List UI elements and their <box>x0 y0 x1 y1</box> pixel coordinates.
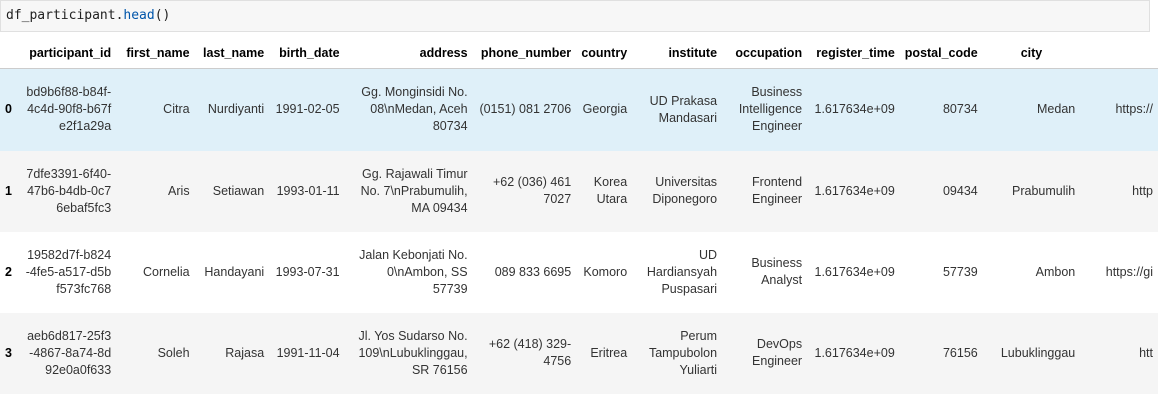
row-index: 0 <box>5 102 12 117</box>
cell-address: Jalan Kebonjati No. 0\nAmbon, SS 57739 <box>359 247 468 296</box>
cell-address: Gg. Rajawali Timur No. 7\nPrabumulih, MA… <box>360 166 468 215</box>
cell-country: Georgia <box>582 102 628 117</box>
cell-birth-date: 1991-02-05 <box>275 102 340 117</box>
header-country: country <box>576 38 633 69</box>
cell-occupation: DevOps Engineer <box>752 337 803 368</box>
cell-country: Korea Utara <box>593 175 628 206</box>
row-index: 3 <box>5 345 12 360</box>
header-index <box>0 38 20 69</box>
cell-register-time: 1.617634e+09 <box>814 102 895 117</box>
header-participant-id: participant_id <box>19 38 117 69</box>
code-cell-input[interactable]: df_participant.head() <box>0 0 1150 32</box>
cell-first-name: Cornelia <box>143 264 190 279</box>
cell-register-time: 1.617634e+09 <box>814 345 895 360</box>
cell-city: Prabumulih <box>1012 183 1076 198</box>
cell-last-name: Nurdiyanti <box>207 102 265 117</box>
cell-city: Ambon <box>1035 264 1076 279</box>
code-variable: df_participant <box>6 8 116 23</box>
row-index: 1 <box>5 183 12 198</box>
cell-first-name: Aris <box>168 183 190 198</box>
cell-city: Medan <box>1037 102 1076 117</box>
table-row: 3 aeb6d817-25f3-4867-8a74-8d92e0a0f633 S… <box>0 312 1158 394</box>
cell-occupation: Business Analyst <box>751 256 803 287</box>
cell-country: Eritrea <box>590 345 628 360</box>
cell-institute: Perum Tampubolon Yuliarti <box>648 328 718 377</box>
cell-phone-number: +62 (036) 461 7027 <box>493 175 572 206</box>
cell-phone-number: +62 (418) 329-4756 <box>488 337 572 368</box>
cell-address: Jl. Yos Sudarso No. 109\nLubuklinggau, S… <box>358 328 468 377</box>
table-row: 2 19582d7f-b824-4fe5-a517-d5bf573fc768 C… <box>0 232 1158 313</box>
cell-postal-code: 09434 <box>942 183 978 198</box>
cell-first-name: Soleh <box>157 345 190 360</box>
header-last-name: last_name <box>194 38 270 69</box>
cell-register-time: 1.617634e+09 <box>814 183 895 198</box>
cell-address: Gg. Monginsidi No. 08\nMedan, Aceh 80734 <box>361 85 468 134</box>
cell-participant-id: 19582d7f-b824-4fe5-a517-d5bf573fc768 <box>25 247 112 296</box>
cell-extra: https://gi <box>1105 264 1153 279</box>
cell-institute: UD Hardiansyah Puspasari <box>646 247 718 296</box>
code-parens: () <box>154 8 171 23</box>
table-row: 1 7dfe3391-6f40-47b6-b4db-0c76ebaf5fc3 A… <box>0 150 1158 232</box>
cell-first-name: Citra <box>163 102 190 117</box>
cell-postal-code: 57739 <box>942 264 978 279</box>
table-header: participant_id first_name last_name birt… <box>0 38 1158 69</box>
cell-country: Komoro <box>583 264 628 279</box>
code-method: head <box>123 8 155 23</box>
cell-postal-code: 80734 <box>942 102 978 117</box>
header-extra <box>1080 38 1158 69</box>
cell-city: Lubuklinggau <box>1000 345 1076 360</box>
cell-participant-id: 7dfe3391-6f40-47b6-b4db-0c76ebaf5fc3 <box>26 166 112 215</box>
cell-phone-number: 089 833 6695 <box>494 264 572 279</box>
cell-last-name: Setiawan <box>212 183 265 198</box>
cell-birth-date: 1991-11-04 <box>276 345 340 360</box>
table-row: 0 bd9b6f88-b84f-4c4d-90f8-b67fe2f1a29a C… <box>0 68 1158 151</box>
cell-extra: htt <box>1139 345 1153 360</box>
cell-extra: http <box>1132 183 1153 198</box>
cell-birth-date: 1993-01-11 <box>276 183 340 198</box>
table-body: 0 bd9b6f88-b84f-4c4d-90f8-b67fe2f1a29a C… <box>0 68 1158 394</box>
header-address: address <box>344 38 473 69</box>
cell-occupation: Business Intelligence Engineer <box>738 85 803 134</box>
header-first-name: first_name <box>116 38 195 69</box>
header-postal-code: postal_code <box>899 38 983 69</box>
cell-last-name: Rajasa <box>225 345 265 360</box>
cell-register-time: 1.617634e+09 <box>814 264 895 279</box>
cell-occupation: Frontend Engineer <box>752 175 803 206</box>
output-area: participant_id first_name last_name birt… <box>0 38 1158 403</box>
dataframe-table: participant_id first_name last_name birt… <box>0 38 1158 394</box>
cell-institute: UD Prakasa Mandasari <box>649 93 718 125</box>
header-birth-date: birth_date <box>269 38 345 69</box>
header-occupation: occupation <box>722 38 808 69</box>
cell-last-name: Handayani <box>204 264 265 279</box>
cell-institute: Universitas Diponegoro <box>652 175 718 206</box>
header-city: city <box>982 38 1081 69</box>
row-index: 2 <box>5 264 12 279</box>
cell-phone-number: (0151) 081 2706 <box>479 102 572 117</box>
header-institute: institute <box>632 38 723 69</box>
header-phone-number: phone_number <box>472 38 577 69</box>
cell-birth-date: 1993-07-31 <box>275 264 340 279</box>
cell-participant-id: bd9b6f88-b84f-4c4d-90f8-b67fe2f1a29a <box>26 85 112 134</box>
cell-postal-code: 76156 <box>942 345 978 360</box>
cell-extra: https:// <box>1115 102 1153 117</box>
cell-participant-id: aeb6d817-25f3-4867-8a74-8d92e0a0f633 <box>27 328 112 377</box>
header-register-time: register_time <box>807 38 900 69</box>
